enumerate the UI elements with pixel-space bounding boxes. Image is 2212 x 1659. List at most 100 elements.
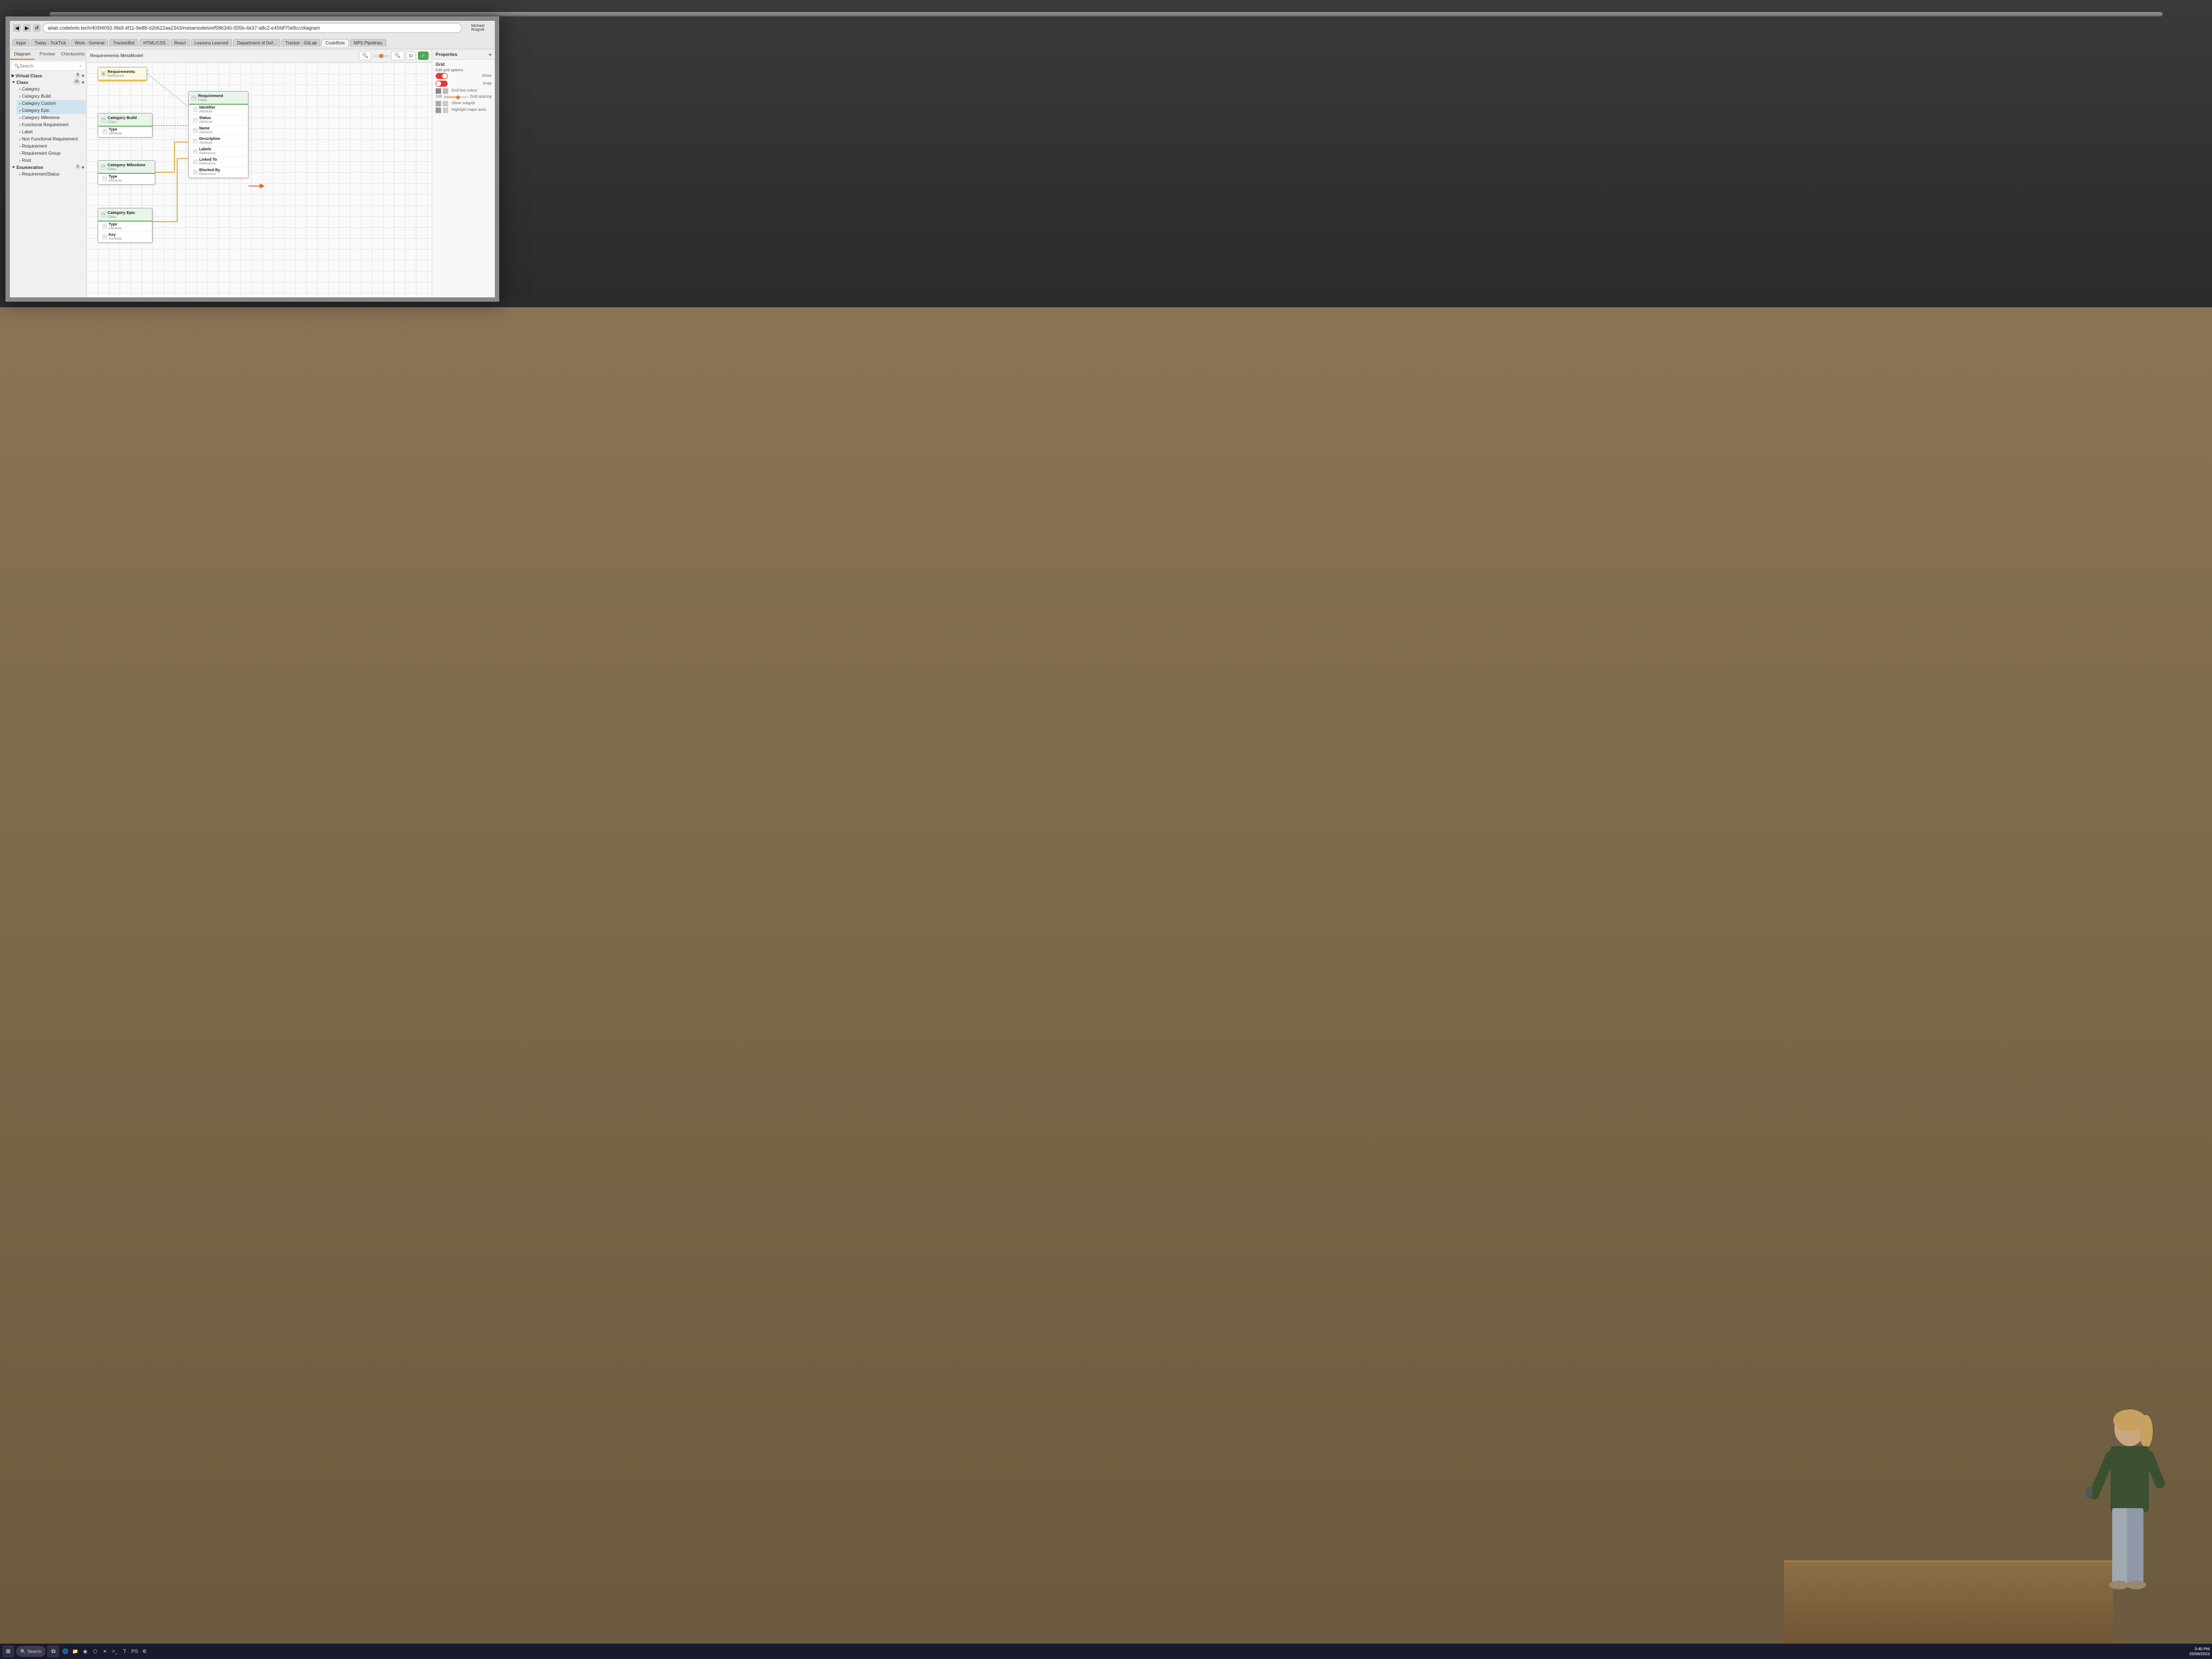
taskview-button[interactable]: ⧉ xyxy=(47,1645,59,1657)
left-sidebar: Diagram Preview Checkpoints 🔍 + ▶ Virtua xyxy=(10,49,87,297)
class-icon-milestone: □ xyxy=(101,165,106,170)
back-button[interactable]: ◀ xyxy=(13,24,21,32)
tab-work[interactable]: Work - General xyxy=(71,39,108,47)
chevron-right-icon: ▶ xyxy=(12,74,14,78)
tree-item-category[interactable]: › Category xyxy=(16,86,86,93)
tab-diagram[interactable]: Diagram xyxy=(10,49,35,60)
class-children: › Category › Category Build › Category C… xyxy=(10,86,86,164)
node-item-type-epic: □ Type Attribute xyxy=(98,222,152,232)
zoom-out-button[interactable]: 🔍 xyxy=(391,51,404,60)
room-background: ◀ ▶ ↺ ailab.codebots.tech/405f4092-9fa9-… xyxy=(0,0,2212,1659)
tree-item-req-status[interactable]: › RequirementStatus xyxy=(16,171,86,178)
show-toggle[interactable] xyxy=(436,73,448,79)
browser-top-bar: ◀ ▶ ↺ ailab.codebots.tech/405f4092-9fa9-… xyxy=(10,21,495,35)
taskbar-search[interactable]: 🔍 Search xyxy=(16,1646,46,1657)
settings-icon[interactable]: ⚙ xyxy=(140,1647,149,1656)
diagram-canvas[interactable]: ◇ Requirements Reference □ xyxy=(87,63,432,297)
tree-item-functional-req[interactable]: › Functional Requirement xyxy=(16,121,86,128)
tab-codebots[interactable]: CodeBots xyxy=(321,39,348,47)
tree-section-enumeration[interactable]: ▼ Enumeration 1 + xyxy=(10,164,86,171)
tree-section-virtual-class[interactable]: ▶ Virtual Class 0 + xyxy=(10,72,86,79)
add-class-icon[interactable]: + xyxy=(82,80,84,85)
enum-count: 1 xyxy=(75,165,81,170)
node-item-name: □ Name Attribute xyxy=(189,126,248,136)
check-button[interactable]: ✓ xyxy=(418,52,428,60)
search-bar[interactable]: 🔍 + xyxy=(12,62,84,71)
taskbar-pinned-icons: 🌐 📁 ◉ ⬡ ✕ >_ T PS ⚙ xyxy=(61,1647,149,1656)
tree-item-category-build[interactable]: › Category Build xyxy=(16,93,86,100)
tab-dept[interactable]: Department of Def... xyxy=(233,39,280,47)
major-swatch xyxy=(436,108,441,113)
color-swatch-dark xyxy=(436,88,441,94)
fit-button[interactable]: ⊡ xyxy=(406,52,416,60)
node-requirements-reference[interactable]: ◇ Requirements Reference xyxy=(98,67,147,81)
terminal-icon[interactable]: >_ xyxy=(110,1647,119,1656)
tree-section-class[interactable]: ▼ Class 11 + xyxy=(10,79,86,86)
slider-handle[interactable] xyxy=(456,95,460,99)
tree-item-root[interactable]: › Root xyxy=(16,157,86,164)
explorer-icon[interactable]: 📁 xyxy=(71,1647,80,1656)
node-item-linked-to: ◇ Linked To Reference xyxy=(189,157,248,167)
properties-panel: Properties » Grid Edit grid options Show… xyxy=(432,49,495,297)
vscode-icon[interactable]: ⬡ xyxy=(91,1647,99,1656)
x-icon[interactable]: ✕ xyxy=(100,1647,109,1656)
class-icon-epic: □ xyxy=(101,212,106,217)
search-input[interactable] xyxy=(20,64,79,69)
spacing-slider-row: 100 Grid spacing xyxy=(436,95,492,99)
refresh-button[interactable]: ↺ xyxy=(33,24,41,32)
tab-apps[interactable]: Apps xyxy=(12,39,30,47)
forward-button[interactable]: ▶ xyxy=(23,24,31,32)
node-header-cat-epic: □ Category Epic Class xyxy=(98,208,152,222)
zoom-in-button[interactable]: 🔍 xyxy=(359,51,371,60)
powershell-icon[interactable]: PS xyxy=(130,1647,139,1656)
screen-rod xyxy=(49,12,2163,16)
tab-ticktick[interactable]: Today - TickTick xyxy=(31,39,70,47)
snap-toggle[interactable] xyxy=(436,81,448,87)
major-swatch2 xyxy=(443,108,448,113)
tree-item-category-epic[interactable]: › Category Epic xyxy=(16,107,86,114)
snap-toggle-row: Snap xyxy=(436,81,492,87)
node-item-identifier: □ Identifier Attribute xyxy=(189,105,248,115)
tab-htmlcss[interactable]: HTML/CSS xyxy=(139,39,169,47)
tab-mps[interactable]: MPS Pipelines xyxy=(350,39,386,47)
node-req-title: Requirement xyxy=(198,93,223,98)
tab-react[interactable]: React xyxy=(171,39,190,47)
tree-item-req-group[interactable]: › Requirement Group xyxy=(16,150,86,157)
class-count: 11 xyxy=(73,80,80,85)
tab-trackerbot[interactable]: TrackerBot xyxy=(109,39,138,47)
windows-button[interactable]: ⊞ xyxy=(2,1645,14,1657)
color-swatch-light xyxy=(443,88,448,94)
tab-lessons[interactable]: Lessons Learned xyxy=(191,39,232,47)
address-bar[interactable]: ailab.codebots.tech/405f4092-9fa9-4f11-9… xyxy=(43,23,462,33)
tree-item-category-custom[interactable]: › Category Custom xyxy=(16,100,86,107)
node-category-epic[interactable]: □ Category Epic Class □ Type At xyxy=(98,208,153,243)
add-virtual-class-icon[interactable]: + xyxy=(82,73,84,78)
edge-icon[interactable]: 🌐 xyxy=(61,1647,70,1656)
node-cat-epic-subtitle: Class xyxy=(108,215,135,219)
main-area: Requirements MetaModel 🔍 🔍 ⊡ ✓ xyxy=(87,49,432,297)
reference-icon: ◇ xyxy=(101,71,106,76)
tree-item-label[interactable]: › Label xyxy=(16,128,86,136)
profile-button[interactable]: Michael Ruigrok xyxy=(464,24,492,32)
spacing-slider[interactable] xyxy=(444,96,469,98)
node-requirement[interactable]: □ Requirement Class □ Identifier xyxy=(188,91,249,178)
node-category-build[interactable]: □ Category Build Class □ Type A xyxy=(98,113,153,138)
properties-expand-icon[interactable]: » xyxy=(489,52,492,57)
tab-checkpoints[interactable]: Checkpoints xyxy=(60,49,86,60)
add-enum-icon[interactable]: + xyxy=(82,165,84,170)
node-category-milestone[interactable]: □ Category Milestone Class □ Type xyxy=(98,160,155,185)
tree-item-category-milestone[interactable]: › Category Milestone xyxy=(16,114,86,121)
teams-icon[interactable]: T xyxy=(120,1647,129,1656)
ref-icon-blocked-by: ◇ xyxy=(193,170,198,174)
ref-icon-linked-to: ◇ xyxy=(193,160,198,164)
tree-item-requirement[interactable]: › Requirement xyxy=(16,143,86,150)
node-header-requirement: □ Requirement Class xyxy=(189,92,248,105)
chrome-icon[interactable]: ◉ xyxy=(81,1647,89,1656)
tree-item-non-func-req[interactable]: › Non Functional Requirement xyxy=(16,136,86,143)
projector-screen: ◀ ▶ ↺ ailab.codebots.tech/405f4092-9fa9-… xyxy=(5,16,499,302)
tab-preview[interactable]: Preview xyxy=(35,49,59,60)
enum-label: Enumeration xyxy=(16,165,43,170)
presenter xyxy=(2069,1401,2179,1621)
tab-gitlab[interactable]: Tracker - GitLab xyxy=(281,39,321,47)
search-add-icon: + xyxy=(79,64,82,69)
